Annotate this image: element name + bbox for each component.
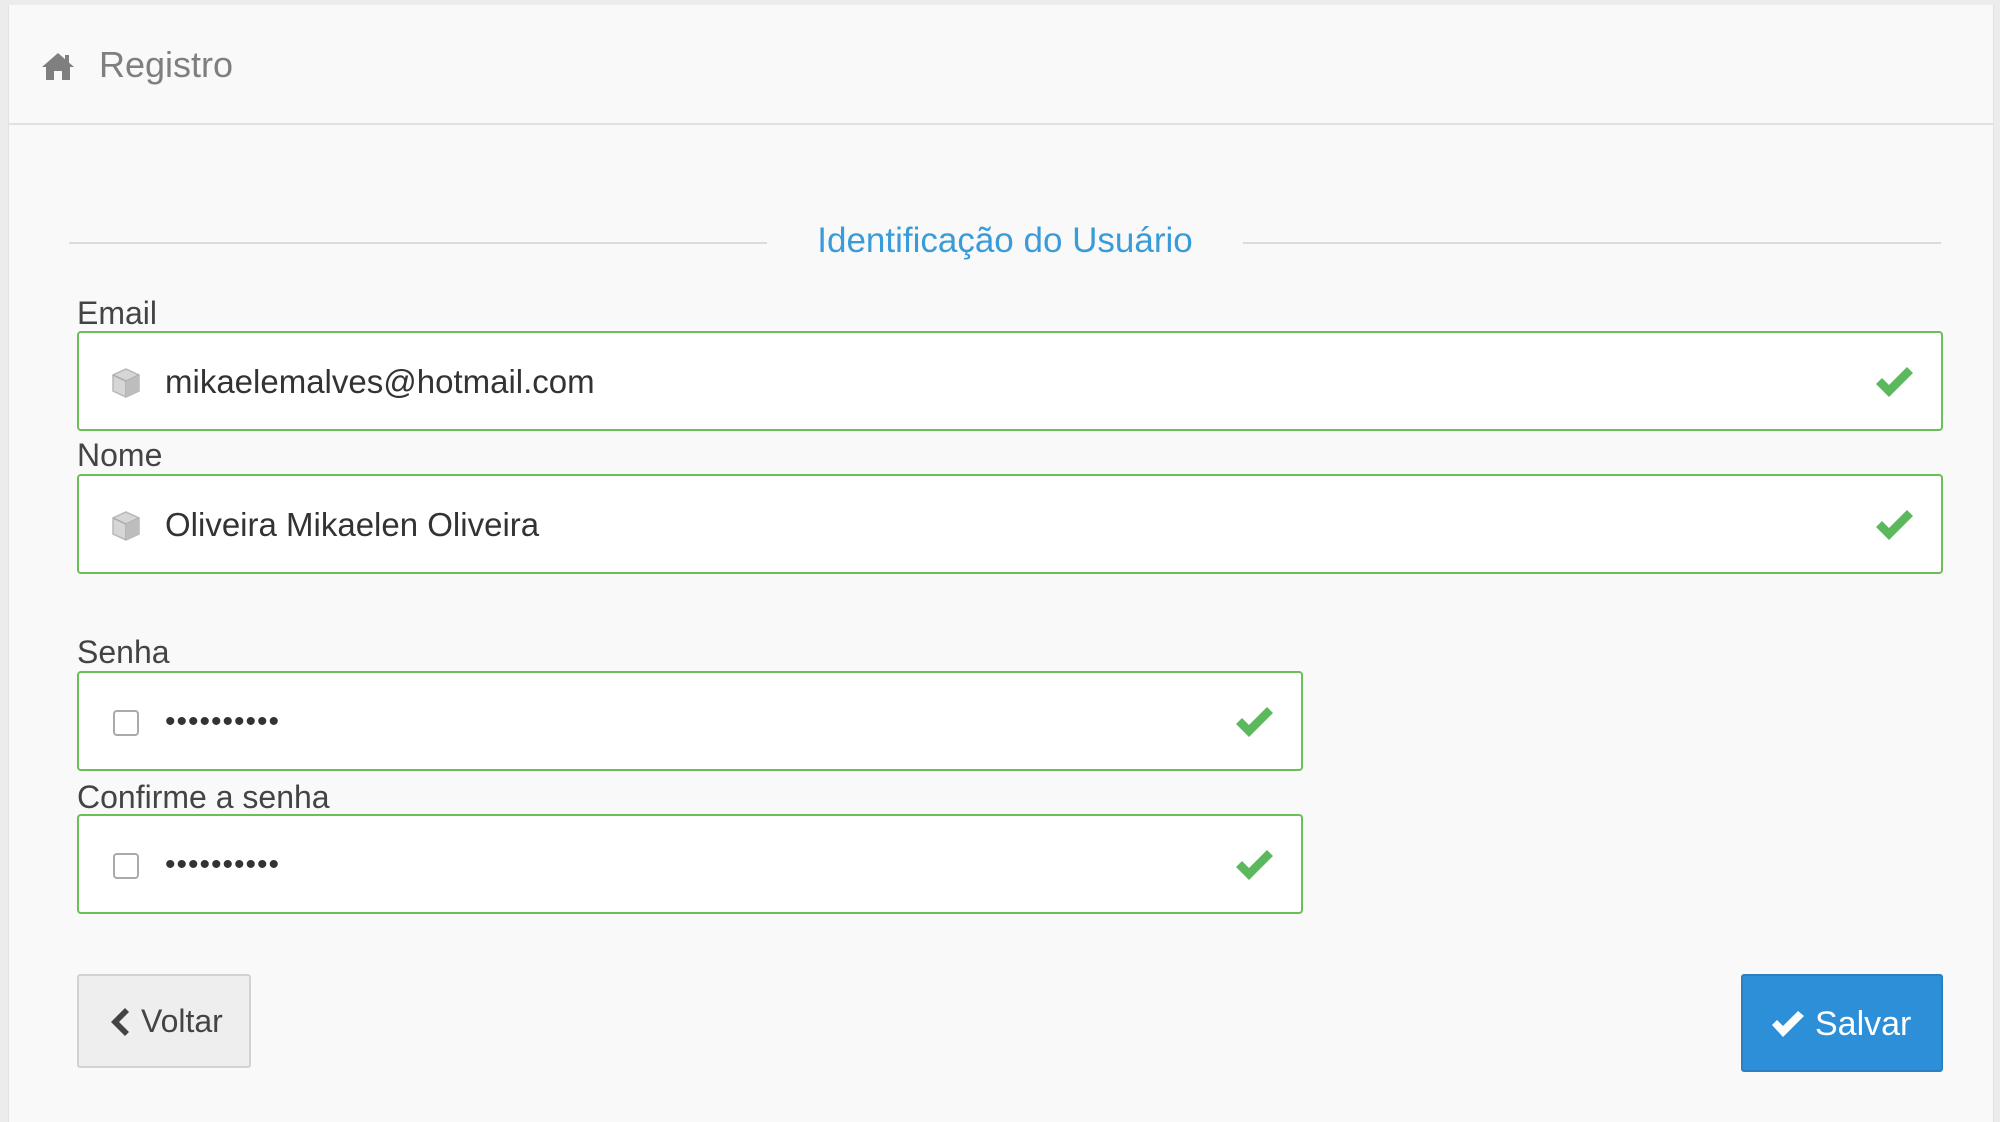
square-icon <box>113 710 139 736</box>
password-input[interactable] <box>165 698 1211 746</box>
confirm-password-input[interactable] <box>165 841 1211 889</box>
check-icon <box>1236 850 1273 880</box>
legend-divider-right <box>1243 242 1941 244</box>
chevron-left-icon <box>111 1008 129 1036</box>
back-button-label: Voltar <box>141 1003 223 1039</box>
cube-icon <box>112 368 140 398</box>
save-button[interactable]: Salvar <box>1741 974 1943 1072</box>
confirm-password-label: Confirme a senha <box>77 779 330 815</box>
name-label: Nome <box>77 437 163 473</box>
section-title: Identificação do Usuário <box>817 221 1193 260</box>
password-field-group <box>77 671 1303 771</box>
email-label: Email <box>77 295 158 331</box>
check-icon <box>1236 707 1273 737</box>
panel-header: Registro <box>9 5 1993 125</box>
cube-icon <box>112 511 140 541</box>
registration-panel: Registro Identificação do Usuário Email … <box>8 5 1994 1122</box>
home-icon <box>42 53 74 80</box>
section-legend: Identificação do Usuário <box>69 215 1941 265</box>
save-button-label: Salvar <box>1815 1005 1912 1043</box>
name-input[interactable] <box>165 501 1851 549</box>
confirm-password-field-group <box>77 814 1303 914</box>
legend-divider-left <box>69 242 767 244</box>
check-icon <box>1772 1011 1804 1037</box>
check-icon <box>1876 367 1913 397</box>
name-field-group <box>77 474 1943 574</box>
back-button[interactable]: Voltar <box>77 974 251 1068</box>
page-title: Registro <box>99 44 234 85</box>
password-label: Senha <box>77 634 170 670</box>
square-icon <box>113 853 139 879</box>
email-field-group <box>77 331 1943 431</box>
email-input[interactable] <box>165 358 1851 406</box>
check-icon <box>1876 510 1913 540</box>
